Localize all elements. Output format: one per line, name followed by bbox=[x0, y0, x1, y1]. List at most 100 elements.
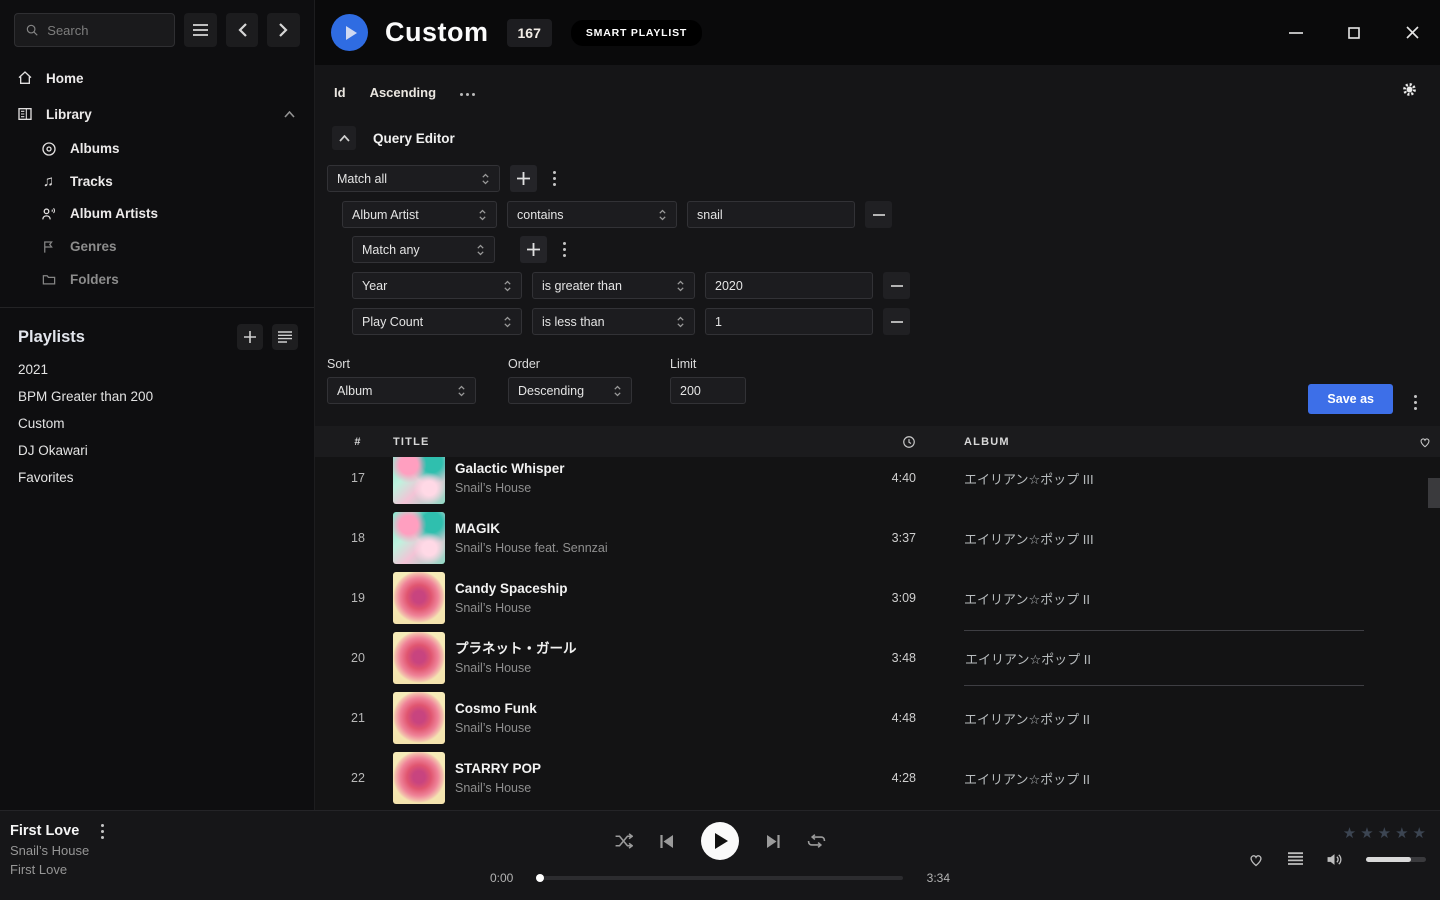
match-all-select[interactable]: Match all bbox=[327, 165, 500, 192]
track-row[interactable]: 17 Galactic Whisper Snail’s House 4:40 エ… bbox=[315, 457, 1440, 508]
heart-icon bbox=[1247, 851, 1265, 867]
rule-value-input[interactable] bbox=[715, 279, 863, 293]
track-row[interactable]: 21 Cosmo Funk Snail’s House 4:48 エイリアン☆ポ… bbox=[315, 688, 1440, 748]
chevron-up-icon[interactable] bbox=[281, 111, 298, 118]
star-icon[interactable]: ★ bbox=[1413, 824, 1426, 842]
maximize-button[interactable] bbox=[1340, 19, 1368, 47]
sidebar-item-library[interactable]: Library bbox=[0, 96, 314, 132]
search-box[interactable] bbox=[14, 13, 175, 47]
forward-button[interactable] bbox=[267, 13, 300, 47]
sidebar-item-albums[interactable]: Albums bbox=[0, 132, 314, 165]
minimize-button[interactable] bbox=[1282, 19, 1310, 47]
album-cover-thumbnail bbox=[393, 692, 445, 744]
library-icon bbox=[16, 106, 33, 122]
folder-icon bbox=[40, 272, 57, 287]
star-icon[interactable]: ★ bbox=[1360, 824, 1373, 842]
rule-value-input[interactable] bbox=[697, 208, 845, 222]
previous-track-button[interactable] bbox=[660, 834, 674, 849]
back-button[interactable] bbox=[226, 13, 259, 47]
repeat-button[interactable] bbox=[807, 833, 826, 849]
playlist-item[interactable]: 2021 bbox=[0, 356, 314, 383]
playlist-item[interactable]: Custom bbox=[0, 410, 314, 437]
sort-select[interactable]: Album bbox=[327, 377, 476, 404]
sort-order-button[interactable]: Ascending bbox=[370, 85, 436, 100]
rule-field-select[interactable]: Year bbox=[352, 272, 522, 299]
add-rule-button[interactable] bbox=[510, 165, 537, 192]
favorite-button[interactable] bbox=[1247, 851, 1265, 867]
save-menu-button[interactable] bbox=[1408, 395, 1422, 410]
rating-stars[interactable]: ★ ★ ★ ★ ★ bbox=[1343, 824, 1426, 842]
album-cover-thumbnail bbox=[393, 632, 445, 684]
track-row[interactable]: 18 MAGIK Snail’s House feat. Sennzai 3:3… bbox=[315, 508, 1440, 568]
settings-button[interactable] bbox=[1401, 81, 1418, 98]
seek-bar[interactable] bbox=[537, 876, 903, 880]
add-subrule-button[interactable] bbox=[520, 236, 547, 263]
rule-value-input[interactable] bbox=[715, 315, 863, 329]
column-title[interactable]: TITLE bbox=[393, 436, 846, 448]
sidebar-item-home[interactable]: Home bbox=[0, 60, 314, 96]
table-header: # TITLE ALBUM bbox=[315, 426, 1440, 457]
sidebar-item-label: Tracks bbox=[70, 174, 113, 189]
volume-button[interactable] bbox=[1326, 852, 1343, 867]
column-index[interactable]: # bbox=[333, 436, 383, 448]
playlist-item[interactable]: DJ Okawari bbox=[0, 437, 314, 464]
sidebar-item-genres[interactable]: Genres bbox=[0, 230, 314, 263]
track-row[interactable]: 20 プラネット・ガール Snail’s House 3:48 エイリアン☆ポッ… bbox=[315, 628, 1440, 688]
playlists-header: Playlists bbox=[0, 308, 314, 356]
next-track-button[interactable] bbox=[766, 834, 780, 849]
now-playing-info: First Love Snail’s House First Love bbox=[10, 823, 109, 877]
playlist-item[interactable]: Favorites bbox=[0, 464, 314, 491]
limit-input[interactable] bbox=[680, 384, 736, 398]
match-any-select[interactable]: Match any bbox=[352, 236, 495, 263]
playlist-item[interactable]: BPM Greater than 200 bbox=[0, 383, 314, 410]
shuffle-button[interactable] bbox=[614, 833, 633, 849]
vertical-scrollbar-thumb[interactable] bbox=[1428, 478, 1440, 508]
favorite-column-heart-icon[interactable] bbox=[1418, 435, 1432, 448]
save-as-button[interactable]: Save as bbox=[1308, 384, 1393, 414]
menu-button[interactable] bbox=[184, 13, 217, 47]
manage-playlists-button[interactable] bbox=[272, 324, 298, 350]
star-icon[interactable]: ★ bbox=[1395, 824, 1408, 842]
play-icon bbox=[346, 26, 357, 40]
play-icon bbox=[715, 833, 728, 849]
star-icon[interactable]: ★ bbox=[1343, 824, 1356, 842]
rule-value-input-wrap bbox=[705, 272, 873, 299]
sidebar-item-album-artists[interactable]: Album Artists bbox=[0, 197, 314, 230]
subgroup-menu-button[interactable] bbox=[557, 242, 571, 257]
remove-rule-button[interactable] bbox=[883, 308, 910, 335]
track-album-selected[interactable]: エイリアン☆ポップ II bbox=[964, 630, 1364, 686]
sidebar-item-tracks[interactable]: ♫ Tracks bbox=[0, 165, 314, 197]
plus-icon bbox=[244, 331, 256, 343]
order-select[interactable]: Descending bbox=[508, 377, 632, 404]
track-row[interactable]: 22 STARRY POP Snail’s House 4:28 エイリアン☆ポ… bbox=[315, 748, 1440, 808]
duration-column-clock-icon[interactable] bbox=[902, 435, 916, 449]
rule-operator-select[interactable]: is less than bbox=[532, 308, 695, 335]
main-content: Custom 167 SMART PLAYLIST Id Ascending bbox=[315, 0, 1440, 810]
minus-icon bbox=[891, 321, 903, 323]
seek-handle[interactable] bbox=[536, 874, 544, 882]
group-menu-button[interactable] bbox=[547, 171, 561, 186]
volume-slider[interactable] bbox=[1366, 857, 1426, 862]
sidebar-item-folders[interactable]: Folders bbox=[0, 263, 314, 295]
queue-button[interactable] bbox=[1288, 852, 1303, 866]
rule-operator-select[interactable]: is greater than bbox=[532, 272, 695, 299]
more-options-button[interactable] bbox=[460, 89, 475, 96]
rule-field-select[interactable]: Album Artist bbox=[342, 201, 497, 228]
queue-icon bbox=[1288, 852, 1303, 866]
remove-rule-button[interactable] bbox=[865, 201, 892, 228]
rule-field-select[interactable]: Play Count bbox=[352, 308, 522, 335]
list-icon bbox=[278, 331, 292, 343]
collapse-query-button[interactable] bbox=[332, 126, 356, 150]
close-button[interactable] bbox=[1398, 19, 1426, 47]
search-input[interactable] bbox=[47, 23, 164, 38]
sort-field-button[interactable]: Id bbox=[334, 85, 346, 100]
now-playing-menu-button[interactable] bbox=[95, 824, 109, 839]
remove-rule-button[interactable] bbox=[883, 272, 910, 299]
column-album[interactable]: ALBUM bbox=[964, 436, 1364, 448]
add-playlist-button[interactable] bbox=[237, 324, 263, 350]
play-playlist-button[interactable] bbox=[331, 14, 368, 51]
play-pause-button[interactable] bbox=[701, 822, 739, 860]
track-row[interactable]: 19 Candy Spaceship Snail’s House 3:09 エイ… bbox=[315, 568, 1440, 628]
rule-operator-select[interactable]: contains bbox=[507, 201, 677, 228]
star-icon[interactable]: ★ bbox=[1378, 824, 1391, 842]
